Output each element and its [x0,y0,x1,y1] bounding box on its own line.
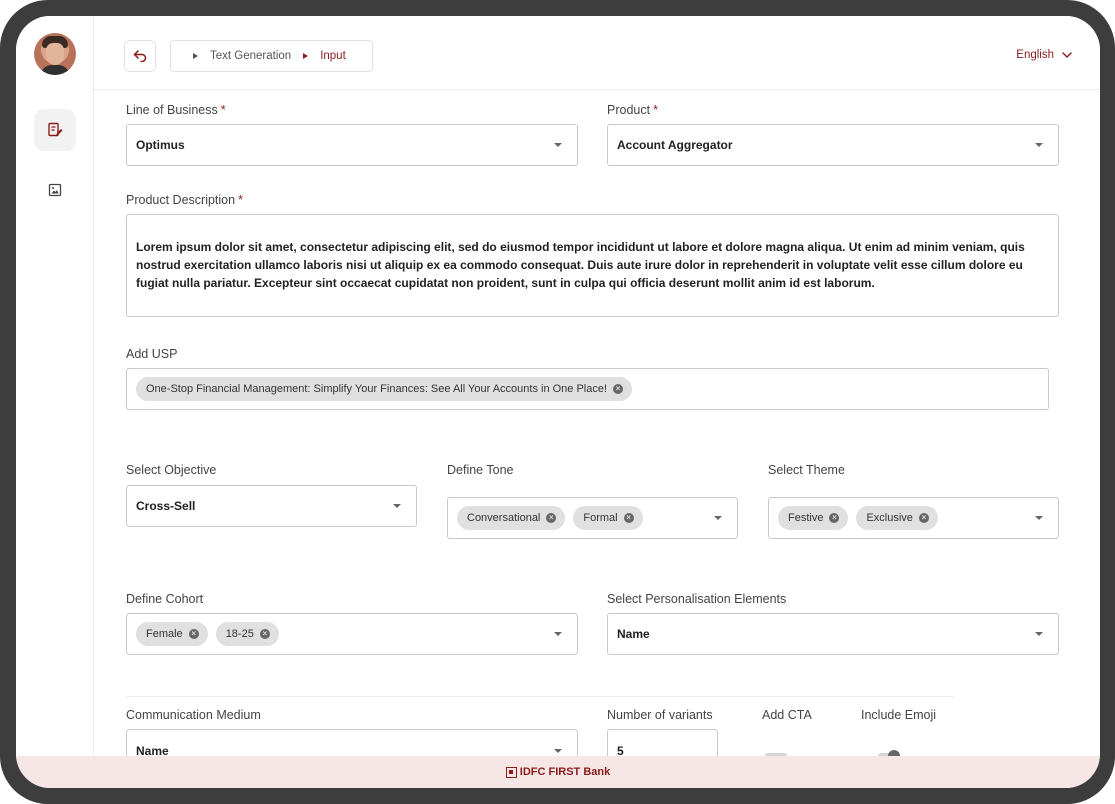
dropdown-arrow-icon [554,143,562,147]
cohort-chip: Female × [136,622,208,646]
emoji-label: Include Emoji [861,708,937,722]
breadcrumb-item-text-generation[interactable]: Text Generation [210,50,291,62]
communication-medium-select[interactable]: Name [126,729,578,756]
sidebar [16,16,94,756]
product-description-textarea[interactable]: Lorem ipsum dolor sit amet, consectetur … [126,214,1059,317]
product-value: Account Aggregator [617,138,733,152]
cohort-select[interactable]: Female × 18-25 × [126,613,578,655]
theme-select[interactable]: Festive × Exclusive × [768,497,1059,539]
usp-label: Add USP [126,347,178,361]
objective-value: Cross-Sell [136,499,196,513]
remove-chip-icon[interactable]: × [188,629,199,639]
language-label: English [1016,49,1054,61]
breadcrumb-separator-icon [303,53,309,59]
tone-chip: Formal × [573,506,643,530]
document-edit-icon [48,122,63,137]
sidebar-item-text-generation[interactable] [34,109,76,151]
remove-chip-icon[interactable]: × [259,629,270,639]
variants-label: Number of variants [607,708,713,722]
image-icon [48,183,62,197]
footer: IDFC FIRST Bank [16,756,1100,788]
objective-label: Select Objective [126,463,217,477]
top-bar: Text Generation Input English [94,16,1100,90]
product-description-text: Lorem ipsum dolor sit amet, consectetur … [136,240,1025,290]
breadcrumb-item-input: Input [320,50,346,62]
app-screen: Text Generation Input English Line of Bu… [16,16,1100,788]
remove-chip-icon[interactable]: × [829,513,840,523]
line-of-business-value: Optimus [136,138,185,152]
theme-chip: Exclusive × [856,506,938,530]
cta-label: Add CTA [762,708,812,722]
sidebar-item-image-generation[interactable] [34,169,76,211]
dropdown-arrow-icon [1035,632,1043,636]
back-button[interactable] [124,40,156,72]
usp-chip: One-Stop Financial Management: Simplify … [136,377,633,401]
personalisation-label: Select Personalisation Elements [607,592,787,606]
breadcrumb-separator-icon [193,53,198,59]
remove-chip-icon[interactable]: × [546,513,557,523]
bank-logo-icon [505,766,517,778]
line-of-business-select[interactable]: Optimus [126,124,578,166]
dropdown-arrow-icon [554,632,562,636]
variants-input[interactable]: 5 [607,729,718,756]
remove-chip-icon[interactable]: × [918,513,929,523]
section-divider [126,696,954,697]
remove-chip-icon[interactable]: × [623,513,634,523]
breadcrumb: Text Generation Input [170,40,373,72]
back-arrow-icon [133,50,147,62]
avatar[interactable] [34,33,76,75]
dropdown-arrow-icon [714,516,722,520]
tone-chip: Conversational × [457,506,566,530]
product-description-label: Product Description * [126,193,243,207]
device-frame: Text Generation Input English Line of Bu… [0,0,1115,804]
line-of-business-label: Line of Business * [126,103,226,117]
input-form: Line of Business * Optimus Product * Accou… [94,91,1100,756]
tone-label: Define Tone [447,463,514,477]
personalisation-value: Name [617,627,650,641]
chevron-down-icon [1062,52,1072,58]
remove-chip-icon[interactable]: × [613,384,624,394]
communication-medium-value: Name [136,744,169,756]
cohort-label: Define Cohort [126,592,204,606]
theme-label: Select Theme [768,463,845,477]
personalisation-select[interactable]: Name [607,613,1059,655]
communication-medium-label: Communication Medium [126,708,261,722]
usp-input[interactable]: One-Stop Financial Management: Simplify … [126,368,1049,410]
dropdown-arrow-icon [554,749,562,753]
objective-select[interactable]: Cross-Sell [126,485,417,527]
tone-select[interactable]: Conversational × Formal × [447,497,738,539]
variants-value: 5 [617,744,624,756]
dropdown-arrow-icon [1035,516,1043,520]
dropdown-arrow-icon [1035,143,1043,147]
dropdown-arrow-icon [393,504,401,508]
footer-brand: IDFC FIRST Bank [519,766,611,778]
cohort-chip: 18-25 × [215,622,279,646]
theme-chip: Festive × [778,506,849,530]
product-select[interactable]: Account Aggregator [607,124,1059,166]
product-label: Product * [607,103,658,117]
language-selector[interactable]: English [1016,49,1072,61]
